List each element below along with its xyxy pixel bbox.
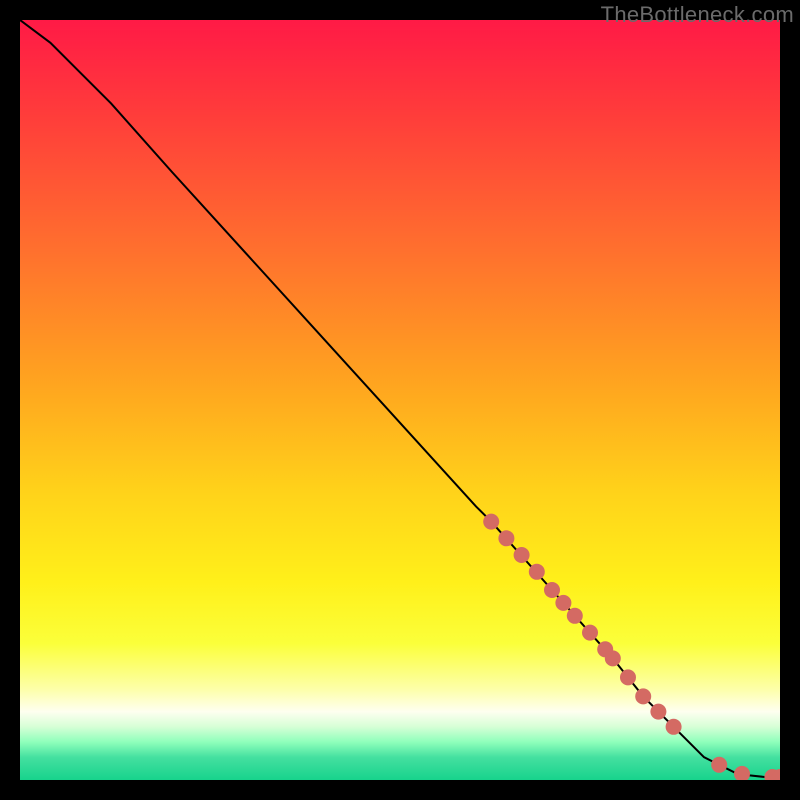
data-marker [567, 608, 583, 624]
gradient-background [20, 20, 780, 780]
data-marker [650, 704, 666, 720]
data-marker [514, 547, 530, 563]
data-marker [544, 582, 560, 598]
data-marker [666, 719, 682, 735]
data-marker [529, 564, 545, 580]
chart-frame: TheBottleneck.com [0, 0, 800, 800]
plot-area [20, 20, 780, 780]
data-marker [711, 757, 727, 773]
data-marker [620, 669, 636, 685]
data-marker [605, 650, 621, 666]
data-marker [555, 595, 571, 611]
data-marker [582, 625, 598, 641]
chart-svg [20, 20, 780, 780]
watermark-text: TheBottleneck.com [601, 2, 794, 28]
data-marker [498, 530, 514, 546]
data-marker [483, 514, 499, 530]
data-marker [635, 688, 651, 704]
